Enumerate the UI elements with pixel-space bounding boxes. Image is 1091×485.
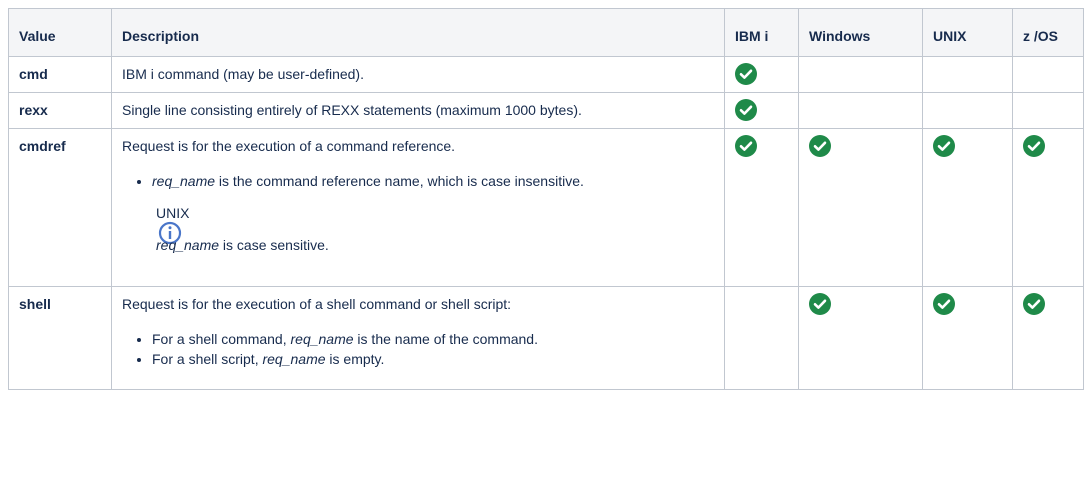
bullet-suffix: is the name of the command. — [353, 331, 538, 347]
cell-ibmi — [724, 286, 799, 390]
cell-zos — [1012, 56, 1084, 93]
cell-unix — [922, 56, 1013, 93]
cell-ibmi — [724, 128, 799, 287]
row-value: cmd — [8, 56, 112, 93]
check-circle-icon — [809, 293, 831, 315]
cell-ibmi — [724, 56, 799, 93]
cell-ibmi — [724, 92, 799, 129]
cell-windows — [798, 56, 923, 93]
list-item: For a shell script, req_name is empty. — [152, 349, 714, 369]
bullet-list: req_name is the command reference name, … — [122, 171, 714, 191]
term: req_name — [152, 173, 216, 189]
header-unix: UNIX — [922, 8, 1013, 57]
description-text: Request is for the execution of a comman… — [122, 138, 456, 154]
cell-zos — [1012, 92, 1084, 129]
check-circle-icon — [735, 63, 757, 85]
note-body: req_name is case sensitive. — [156, 235, 714, 255]
table-row: rexx Single line consisting entirely of … — [8, 92, 1084, 129]
check-circle-icon — [735, 99, 757, 121]
term: req_name — [262, 351, 326, 367]
row-value: rexx — [8, 92, 112, 129]
check-circle-icon — [1023, 135, 1045, 157]
bullet-prefix: For a shell script, — [152, 351, 263, 367]
row-description: Request is for the execution of a shell … — [111, 286, 725, 390]
table-row: cmdref Request is for the execution of a… — [8, 128, 1084, 287]
bullet-list: For a shell command, req_name is the nam… — [122, 329, 714, 369]
cell-windows — [798, 286, 923, 390]
header-zos: z /OS — [1012, 8, 1084, 57]
check-circle-icon — [933, 135, 955, 157]
cell-unix — [922, 286, 1013, 390]
description-text: Request is for the execution of a shell … — [122, 296, 512, 312]
term: req_name — [290, 331, 354, 347]
table-row: shell Request is for the execution of a … — [8, 286, 1084, 390]
header-value: Value — [8, 8, 112, 57]
check-circle-icon — [1023, 293, 1045, 315]
row-description: Single line consisting entirely of REXX … — [111, 92, 725, 129]
bullet-prefix: For a shell command, — [152, 331, 291, 347]
row-description: Request is for the execution of a comman… — [111, 128, 725, 287]
note-text: is case sensitive. — [219, 237, 329, 253]
cell-zos — [1012, 286, 1084, 390]
cell-unix — [922, 92, 1013, 129]
row-description: IBM i command (may be user-defined). — [111, 56, 725, 93]
bullet-text: is the command reference name, which is … — [215, 173, 584, 189]
check-circle-icon — [933, 293, 955, 315]
cell-unix — [922, 128, 1013, 287]
info-note: UNIX req_name is case sensitive. — [122, 203, 714, 255]
bullet-suffix: is empty. — [325, 351, 385, 367]
row-value: cmdref — [8, 128, 112, 287]
cell-windows — [798, 92, 923, 129]
header-ibmi: IBM i — [724, 8, 799, 57]
table-row: cmd IBM i command (may be user-defined). — [8, 56, 1084, 93]
row-value: shell — [8, 286, 112, 390]
header-description: Description — [111, 8, 725, 57]
table-header-row: Value Description IBM i Windows UNIX z /… — [8, 8, 1084, 57]
cell-zos — [1012, 128, 1084, 287]
check-circle-icon — [735, 135, 757, 157]
note-title: UNIX — [156, 205, 190, 221]
list-item: req_name is the command reference name, … — [152, 171, 714, 191]
header-windows: Windows — [798, 8, 923, 57]
platform-support-table: Value Description IBM i Windows UNIX z /… — [8, 8, 1084, 390]
term: req_name — [156, 237, 220, 253]
cell-windows — [798, 128, 923, 287]
list-item: For a shell command, req_name is the nam… — [152, 329, 714, 349]
check-circle-icon — [809, 135, 831, 157]
